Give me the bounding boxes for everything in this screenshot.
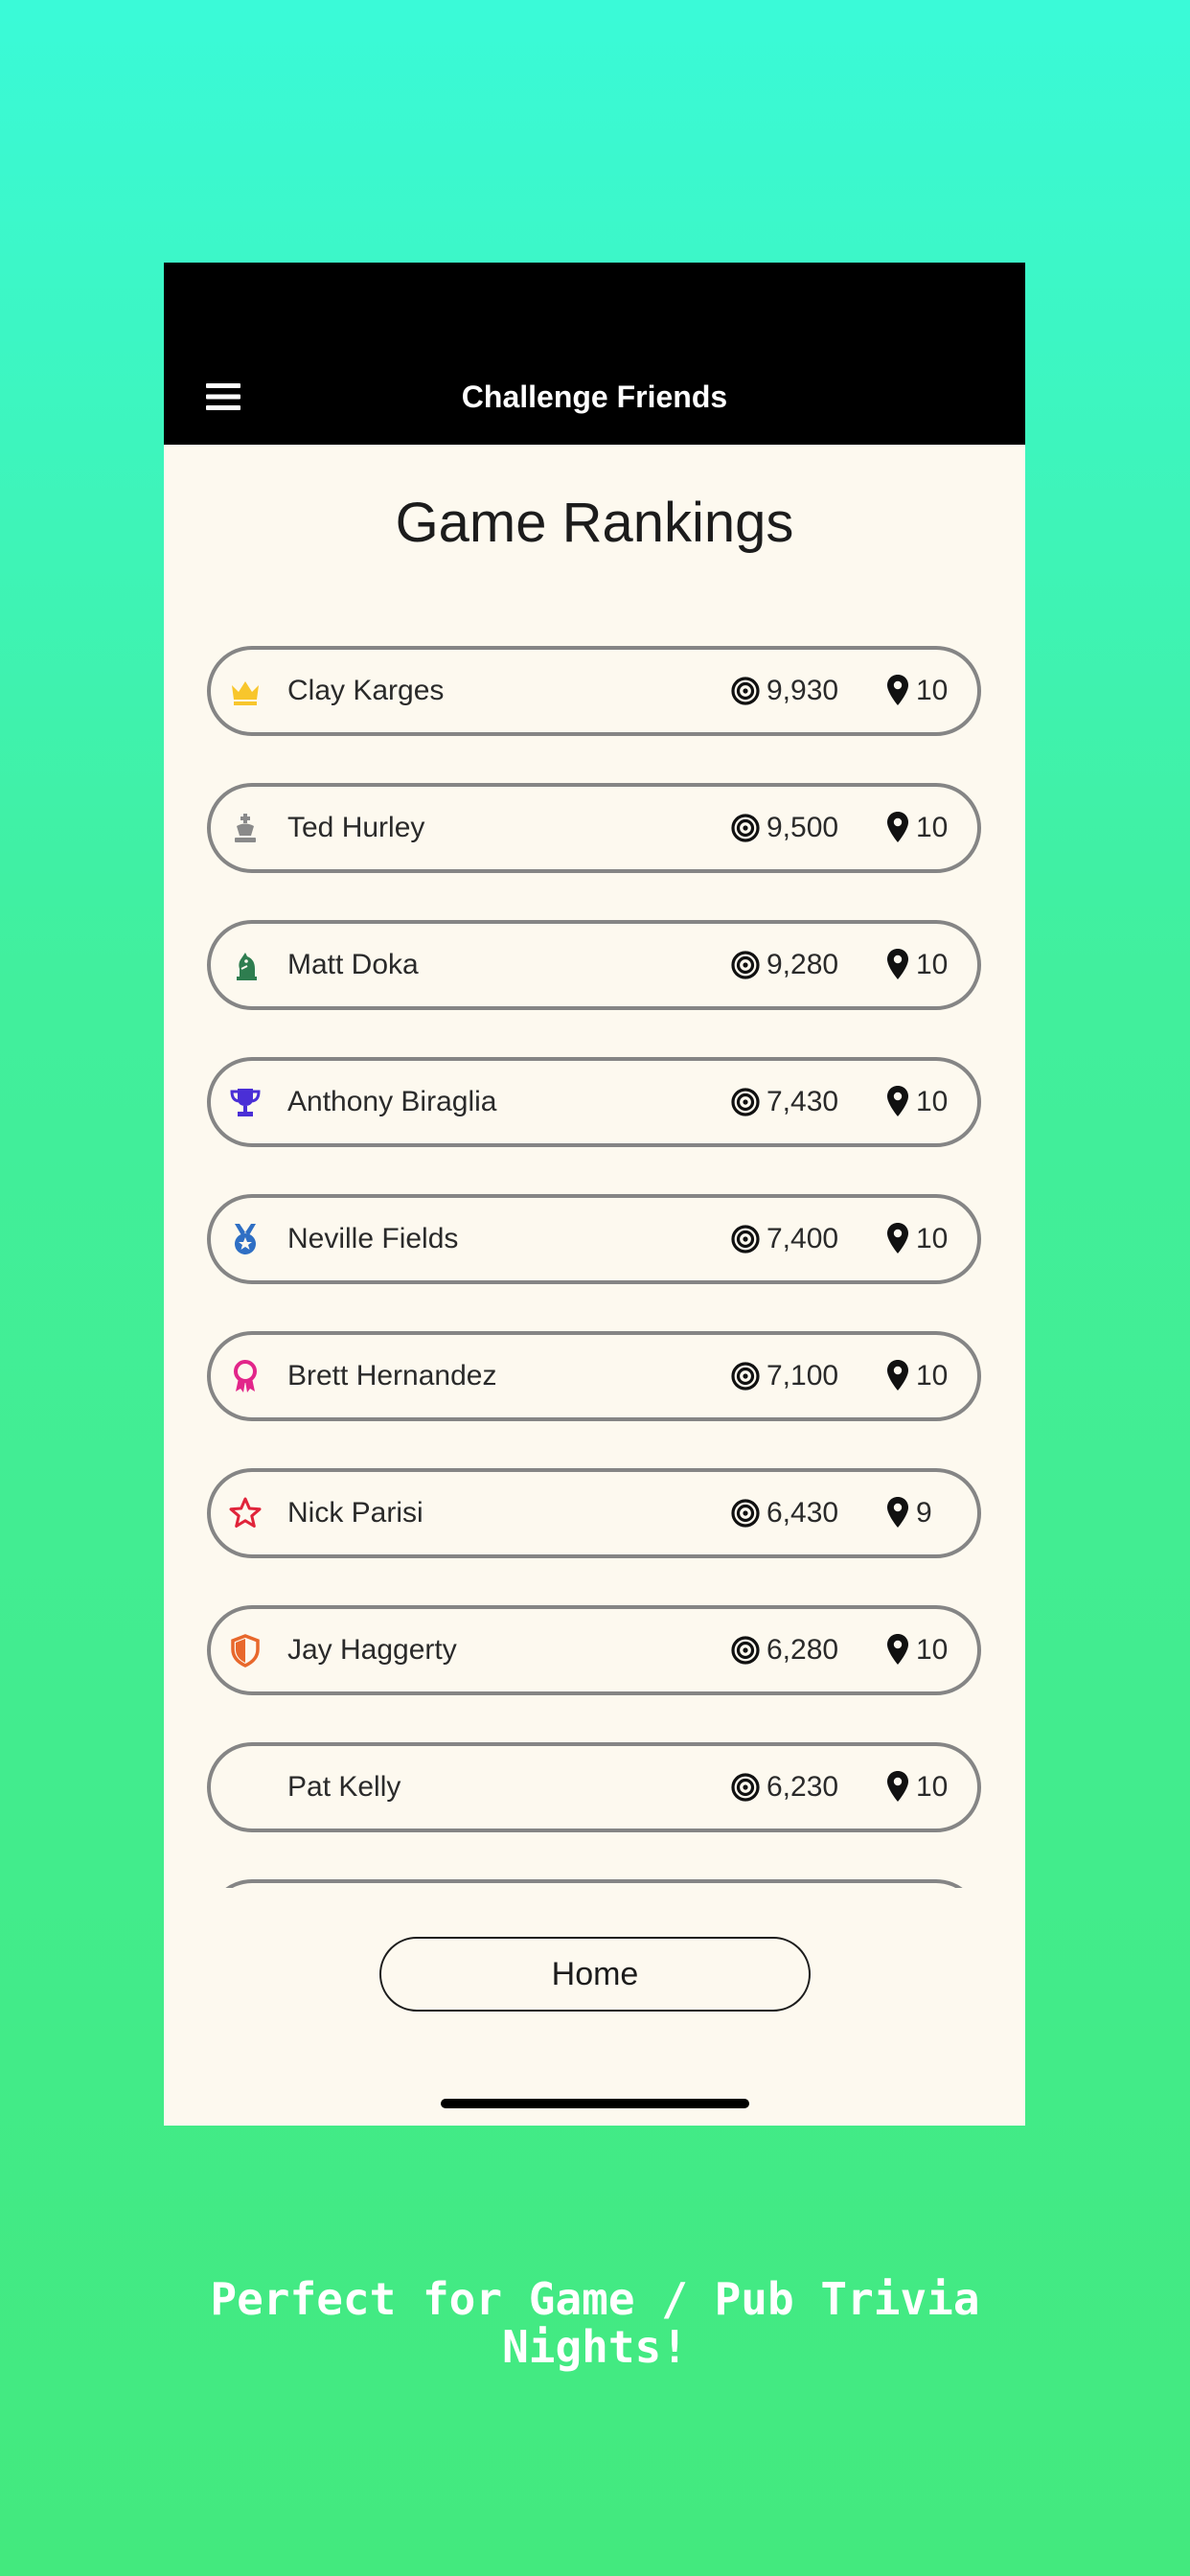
status-bar — [164, 263, 1025, 349]
target-icon — [730, 1498, 761, 1529]
player-score: 9,500 — [767, 812, 839, 843]
target-icon — [730, 813, 761, 843]
map-pin-icon — [886, 1359, 909, 1392]
target-icon — [730, 1224, 761, 1254]
phone-screen: Challenge Friends Game Rankings Clay Kar… — [164, 263, 1025, 2126]
ranking-row-partial[interactable] — [207, 1879, 981, 1888]
target-icon — [730, 1772, 761, 1803]
player-name: Pat Kelly — [287, 1771, 401, 1803]
ranking-row[interactable]: Matt Doka 9,280 10 — [207, 920, 981, 1010]
player-score: 7,430 — [767, 1086, 839, 1117]
map-pin-icon — [886, 1496, 909, 1529]
map-pin-icon — [886, 1085, 909, 1117]
player-rounds: 10 — [916, 675, 949, 706]
player-score: 7,100 — [767, 1360, 839, 1392]
player-name: Nick Parisi — [287, 1497, 423, 1529]
rank-icon-empty — [228, 1770, 263, 1805]
target-icon — [730, 1635, 761, 1666]
player-rounds: 10 — [916, 1086, 949, 1117]
trophy-icon — [228, 1085, 263, 1119]
player-score: 6,230 — [767, 1771, 839, 1803]
map-pin-icon — [886, 674, 909, 706]
promo-caption-line-2: Nights! — [502, 2321, 688, 2373]
nav-title: Challenge Friends — [461, 380, 728, 414]
player-score: 9,930 — [767, 675, 839, 706]
shield-icon — [228, 1633, 263, 1668]
player-rounds: 10 — [916, 1223, 949, 1254]
chess-king-icon — [228, 811, 263, 845]
player-name: Brett Hernandez — [287, 1360, 497, 1392]
player-score: 7,400 — [767, 1223, 839, 1254]
map-pin-icon — [886, 811, 909, 843]
target-icon — [730, 676, 761, 706]
rankings-list[interactable]: Clay Karges 9,930 10 Ted Hurley 9,500 10 Matt … — [164, 646, 1025, 1888]
crown-icon — [228, 674, 263, 708]
target-icon — [730, 1087, 761, 1117]
player-name: Clay Karges — [287, 675, 445, 706]
player-score: 9,280 — [767, 949, 839, 980]
player-rounds: 10 — [916, 949, 949, 980]
promo-caption: Perfect for Game / Pub Trivia Nights! — [0, 2275, 1190, 2371]
player-rounds: 10 — [916, 1771, 949, 1803]
player-score: 6,280 — [767, 1634, 839, 1666]
player-name: Ted Hurley — [287, 812, 425, 843]
target-icon — [730, 1361, 761, 1392]
player-rounds: 10 — [916, 1634, 949, 1666]
player-name: Anthony Biraglia — [287, 1086, 497, 1117]
medal-icon — [228, 1222, 263, 1256]
promo-caption-line-1: Perfect for Game / Pub Trivia — [210, 2273, 980, 2325]
player-rounds: 10 — [916, 812, 949, 843]
page-title: Game Rankings — [395, 492, 794, 554]
nav-bar: Challenge Friends — [164, 349, 1025, 445]
ranking-row[interactable]: Ted Hurley 9,500 10 — [207, 783, 981, 873]
map-pin-icon — [886, 1633, 909, 1666]
map-pin-icon — [886, 1770, 909, 1803]
player-rounds: 10 — [916, 1360, 949, 1392]
ranking-row[interactable]: Nick Parisi 6,430 9 — [207, 1468, 981, 1558]
player-name: Matt Doka — [287, 949, 419, 980]
star-outline-icon — [228, 1496, 263, 1530]
ranking-row[interactable]: Neville Fields 7,400 10 — [207, 1194, 981, 1284]
map-pin-icon — [886, 1222, 909, 1254]
chess-knight-icon — [228, 948, 263, 982]
home-indicator — [441, 2099, 749, 2108]
player-name: Jay Haggerty — [287, 1634, 457, 1666]
ranking-row[interactable]: Jay Haggerty 6,280 10 — [207, 1605, 981, 1695]
ranking-row[interactable]: Pat Kelly 6,230 10 — [207, 1742, 981, 1832]
ranking-row[interactable]: Anthony Biraglia 7,430 10 — [207, 1057, 981, 1147]
ranking-row[interactable]: Clay Karges 9,930 10 — [207, 646, 981, 736]
ranking-row[interactable]: Brett Hernandez 7,100 10 — [207, 1331, 981, 1421]
home-button[interactable]: Home — [379, 1937, 811, 2012]
player-rounds: 9 — [916, 1497, 932, 1529]
target-icon — [730, 950, 761, 980]
player-score: 6,430 — [767, 1497, 839, 1529]
map-pin-icon — [886, 948, 909, 980]
player-name: Neville Fields — [287, 1223, 459, 1254]
award-ribbon-icon — [228, 1359, 263, 1393]
